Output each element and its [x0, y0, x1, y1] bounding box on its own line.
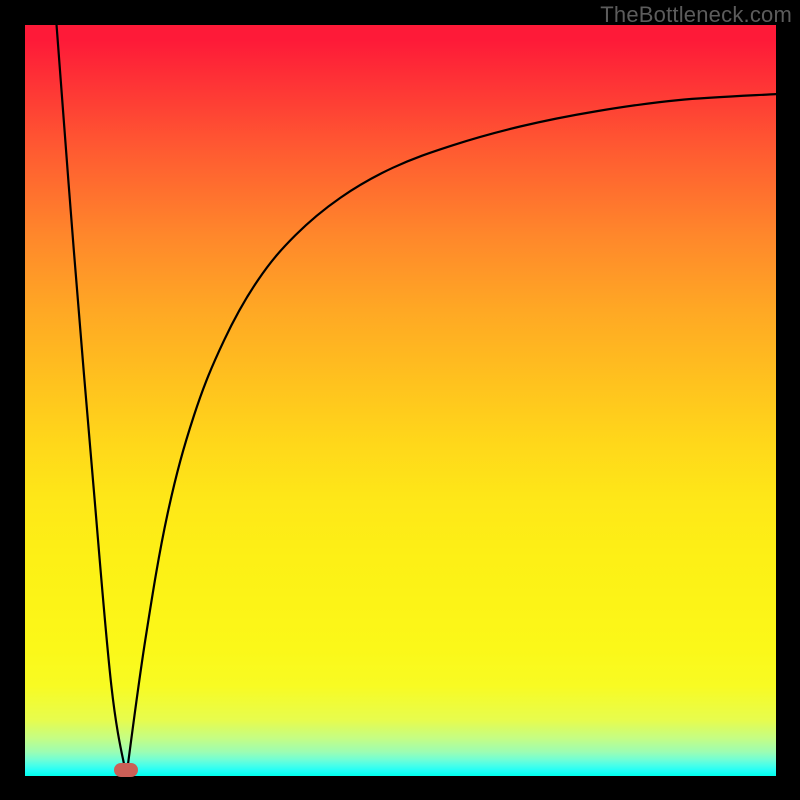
plot-area	[25, 25, 776, 776]
watermark-text: TheBottleneck.com	[600, 2, 792, 28]
